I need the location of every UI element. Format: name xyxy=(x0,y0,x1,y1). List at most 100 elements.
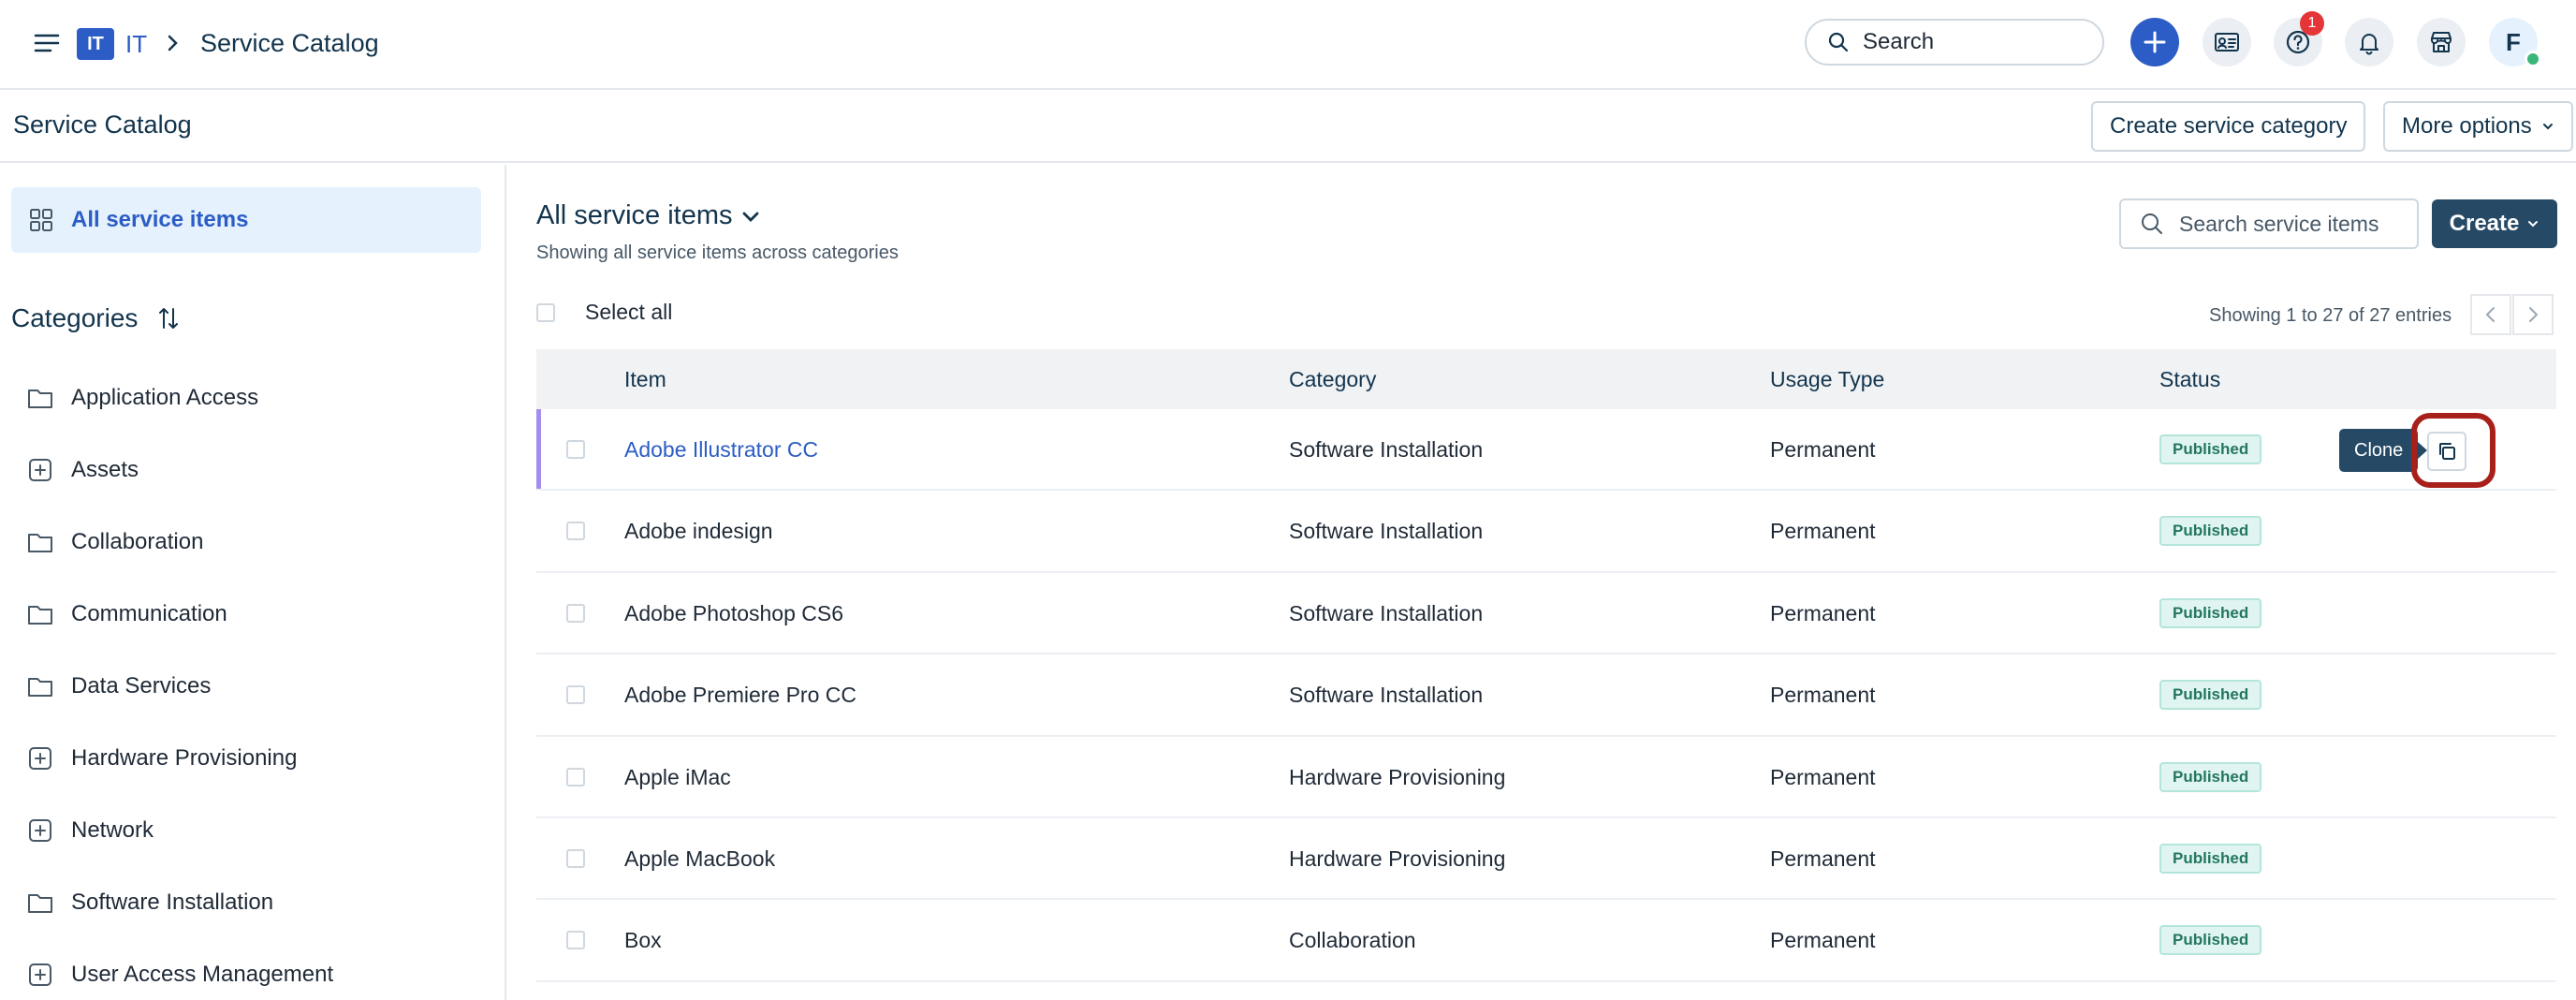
categories-heading: Categories xyxy=(11,303,181,333)
column-header-item[interactable]: Item xyxy=(624,367,666,392)
row-checkbox[interactable] xyxy=(566,931,585,950)
sidebar-item-application-access[interactable]: Application Access xyxy=(26,379,258,417)
row-checkbox[interactable] xyxy=(566,767,585,787)
sidebar-item-software-installation[interactable]: Software Installation xyxy=(26,884,273,921)
create-button-label: Create xyxy=(2449,211,2520,236)
table-row[interactable]: Adobe Photoshop CS6 Software Installatio… xyxy=(536,572,2556,655)
entries-count: Showing 1 to 27 of 27 entries xyxy=(2209,305,2452,326)
sidebar-item-hardware-provisioning[interactable]: Hardware Provisioning xyxy=(26,740,297,777)
item-name-link[interactable]: Adobe indesign xyxy=(624,519,773,544)
plus-square-icon xyxy=(29,459,51,481)
search-service-items-placeholder: Search service items xyxy=(2179,211,2379,236)
folder-icon xyxy=(28,894,52,913)
item-usage-type: Permanent xyxy=(1770,437,1876,462)
status-badge: Published xyxy=(2159,597,2262,628)
table-row[interactable]: Adobe Premiere Pro CC Software Installat… xyxy=(536,654,2556,737)
item-name-link[interactable]: Adobe Photoshop CS6 xyxy=(624,601,843,626)
item-name-link[interactable]: Adobe Illustrator CC xyxy=(624,437,818,463)
item-usage-type: Permanent xyxy=(1770,683,1876,708)
status-badge: Published xyxy=(2159,680,2262,711)
notifications-button[interactable] xyxy=(2345,18,2393,66)
select-all-checkbox[interactable] xyxy=(536,302,555,322)
sidebar-item-label: Network xyxy=(71,817,154,843)
status-badge: Published xyxy=(2159,434,2262,464)
select-all-control[interactable]: Select all xyxy=(536,300,672,325)
item-category: Software Installation xyxy=(1289,683,1484,708)
item-usage-type: Permanent xyxy=(1770,519,1876,544)
column-header-category[interactable]: Category xyxy=(1289,367,1376,392)
workspace-name-link[interactable]: IT xyxy=(125,30,147,59)
workspace-badge[interactable]: IT xyxy=(77,28,114,60)
item-name-link[interactable]: Box xyxy=(624,928,662,953)
status-badge: Published xyxy=(2159,761,2262,792)
sidebar-item-collaboration[interactable]: Collaboration xyxy=(26,523,203,561)
sidebar-item-data-services[interactable]: Data Services xyxy=(26,668,211,705)
store-icon xyxy=(2431,32,2452,52)
item-category: Software Installation xyxy=(1289,600,1484,625)
row-checkbox[interactable] xyxy=(566,522,585,541)
grid-icon xyxy=(30,209,52,231)
top-bar: IT IT Service Catalog Search 1 F xyxy=(0,0,2576,90)
column-header-usage-type[interactable]: Usage Type xyxy=(1770,367,1884,392)
item-name-link[interactable]: Apple MacBook xyxy=(624,846,775,872)
view-title: All service items xyxy=(536,200,733,230)
global-search-input[interactable]: Search xyxy=(1805,19,2104,66)
item-name-link[interactable]: Apple iMac xyxy=(624,765,731,790)
help-notification-badge: 1 xyxy=(2300,11,2324,36)
global-search-placeholder: Search xyxy=(1863,29,1935,54)
previous-page-button[interactable] xyxy=(2470,294,2511,335)
more-options-button[interactable]: More options xyxy=(2383,101,2573,152)
sidebar-item-label: All service items xyxy=(71,207,249,232)
row-checkbox[interactable] xyxy=(566,440,585,459)
table-row[interactable]: Box Collaboration Permanent Published xyxy=(536,900,2556,982)
item-name-link[interactable]: Adobe Premiere Pro CC xyxy=(624,683,856,708)
table-row[interactable]: Apple iMac Hardware Provisioning Permane… xyxy=(536,736,2556,818)
folder-icon xyxy=(28,534,52,552)
item-category: Software Installation xyxy=(1289,519,1484,544)
row-checkbox[interactable] xyxy=(566,685,585,705)
sidebar-item-communication[interactable]: Communication xyxy=(26,596,227,633)
item-category: Software Installation xyxy=(1289,437,1484,462)
table-header: Item Category Usage Type Status xyxy=(536,349,2556,409)
search-icon xyxy=(2142,213,2162,234)
create-service-category-button[interactable]: Create service category xyxy=(2091,101,2366,152)
sidebar-item-all-service-items[interactable]: All service items xyxy=(11,187,481,253)
select-all-label: Select all xyxy=(585,300,673,324)
item-usage-type: Permanent xyxy=(1770,600,1876,625)
create-service-category-label: Create service category xyxy=(2110,113,2348,139)
table-row[interactable]: Apple MacBook Hardware Provisioning Perm… xyxy=(536,817,2556,901)
plus-icon xyxy=(2144,31,2166,53)
sort-icon[interactable] xyxy=(156,306,181,331)
chevron-down-icon xyxy=(2542,124,2553,130)
sidebar-item-network[interactable]: Network xyxy=(26,812,154,849)
sidebar-item-label: Collaboration xyxy=(71,529,204,554)
view-subtitle: Showing all service items across categor… xyxy=(536,243,899,263)
chevron-down-icon xyxy=(2528,221,2539,228)
quick-create-button[interactable] xyxy=(2130,18,2179,66)
hamburger-menu-icon[interactable] xyxy=(32,28,62,58)
search-service-items-input[interactable]: Search service items xyxy=(2119,199,2419,249)
sidebar-item-label: Hardware Provisioning xyxy=(71,745,298,771)
plus-square-icon xyxy=(29,747,51,770)
avatar-status-indicator xyxy=(2525,51,2541,67)
table-row[interactable]: Adobe indesign Software Installation Per… xyxy=(536,491,2556,573)
status-badge: Published xyxy=(2159,925,2262,956)
sidebar-item-assets[interactable]: Assets xyxy=(26,451,139,489)
bell-icon xyxy=(2360,34,2378,55)
row-checkbox[interactable] xyxy=(566,603,585,623)
service-desk-button[interactable] xyxy=(2203,18,2251,66)
sidebar-item-user-access-management[interactable]: User Access Management xyxy=(26,956,333,993)
view-selector-dropdown[interactable]: All service items xyxy=(536,200,761,231)
clone-tooltip: Clone xyxy=(2339,429,2428,472)
page-header: Service Catalog Create service category … xyxy=(0,92,2576,163)
store-button[interactable] xyxy=(2417,18,2466,66)
next-page-button[interactable] xyxy=(2512,294,2554,335)
table-row[interactable]: Adobe Illustrator CC Software Installati… xyxy=(536,409,2556,492)
sidebar-item-label: Communication xyxy=(71,601,227,626)
row-checkbox[interactable] xyxy=(566,848,585,868)
create-button[interactable]: Create xyxy=(2432,199,2557,248)
column-header-status[interactable]: Status xyxy=(2159,367,2220,392)
item-category: Collaboration xyxy=(1289,928,1416,953)
item-usage-type: Permanent xyxy=(1770,846,1876,871)
more-options-label: More options xyxy=(2402,113,2532,139)
